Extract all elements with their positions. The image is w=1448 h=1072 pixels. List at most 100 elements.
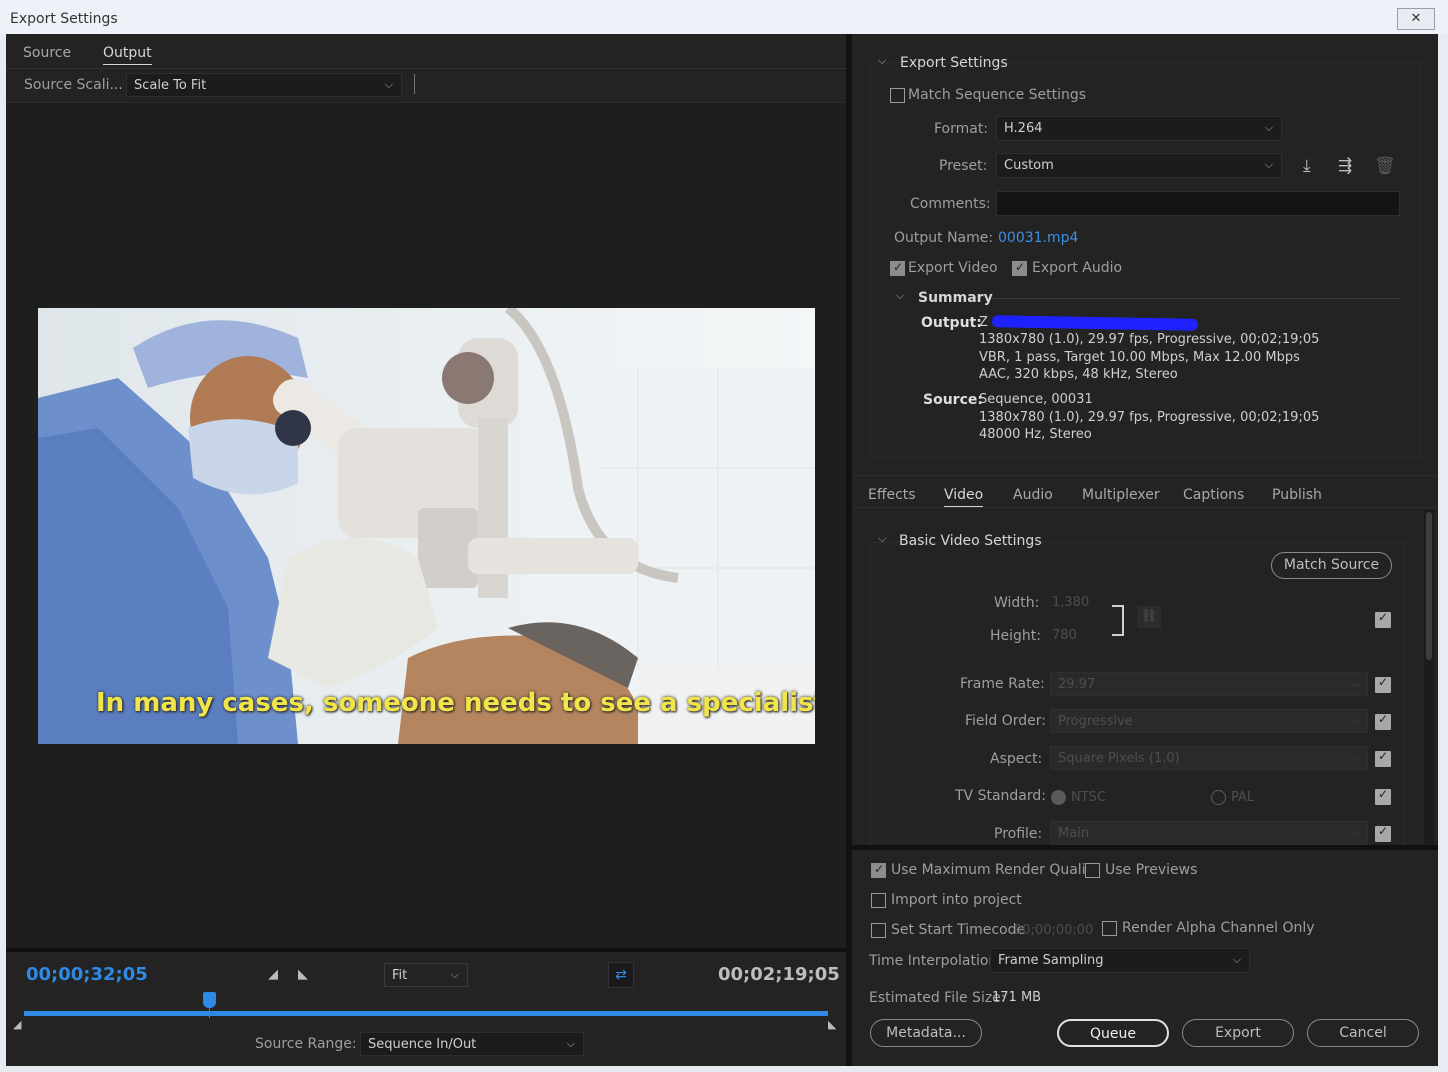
metadata-button[interactable]: Metadata...: [870, 1019, 982, 1047]
frame-rate-value: 29.97: [1058, 677, 1096, 692]
field-order-auto-checkbox[interactable]: [1375, 712, 1391, 730]
tab-video[interactable]: Video: [944, 487, 984, 507]
match-sequence-checkbox[interactable]: [890, 88, 905, 103]
window-title: Export Settings: [10, 11, 118, 27]
export-audio-label: Export Audio: [1032, 260, 1123, 276]
zoom-dropdown[interactable]: Fit ⌵: [384, 963, 468, 987]
match-sequence-label: Match Sequence Settings: [908, 87, 1087, 103]
set-in-point-icon[interactable]: ◢: [268, 967, 278, 982]
render-alpha-checkbox[interactable]: [1102, 921, 1117, 936]
export-video-checkbox[interactable]: [890, 260, 905, 276]
summary-source-line-1: 1380x780 (1.0), 29.97 fps, Progressive, …: [979, 410, 1320, 425]
aspect-dropdown[interactable]: Square Pixels (1.0) ⌵: [1050, 746, 1368, 770]
aspect-auto-checkbox[interactable]: [1375, 749, 1391, 767]
link-dimensions-icon[interactable]: ⛓: [1137, 606, 1161, 628]
preset-label: Preset:: [939, 158, 988, 174]
source-scaling-dropdown[interactable]: Scale To Fit ⌵: [126, 73, 402, 97]
width-label: Width:: [994, 595, 1040, 611]
basic-video-title: Basic Video Settings: [899, 533, 1042, 549]
comments-label: Comments:: [910, 196, 991, 212]
summary-source-line-2: 48000 Hz, Stereo: [979, 427, 1092, 442]
scrollbar-thumb[interactable]: [1426, 512, 1432, 660]
format-dropdown[interactable]: H.264 ⌵: [996, 116, 1282, 141]
height-label: Height:: [990, 628, 1041, 644]
tab-multiplexer[interactable]: Multiplexer: [1082, 487, 1160, 503]
settings-panel: ⌵ Export Settings Match Sequence Setting…: [852, 34, 1438, 1066]
format-label: Format:: [934, 121, 989, 137]
aspect-label: Aspect:: [990, 751, 1043, 767]
summary-title: Summary: [918, 290, 993, 306]
tab-source[interactable]: Source: [23, 45, 71, 61]
summary-source-label: Source:: [923, 392, 983, 408]
in-marker-icon[interactable]: ◢: [13, 1018, 21, 1031]
output-name-link[interactable]: 00031.mp4: [998, 230, 1078, 246]
profile-auto-checkbox[interactable]: [1375, 824, 1391, 842]
set-out-point-icon[interactable]: ◣: [298, 967, 308, 982]
export-settings-title: Export Settings: [900, 55, 1008, 71]
summary-collapse-icon[interactable]: ⌵: [896, 289, 904, 303]
zoom-value: Fit: [392, 968, 408, 983]
export-video-label: Export Video: [908, 260, 998, 276]
video-frame-illustration: [38, 308, 815, 744]
preset-dropdown[interactable]: Custom ⌵: [996, 153, 1282, 178]
import-project-checkbox[interactable]: [871, 893, 886, 908]
pal-radio[interactable]: [1211, 790, 1226, 805]
tab-video-label: Video: [944, 487, 984, 503]
ntsc-radio[interactable]: [1051, 790, 1066, 805]
render-alpha-label: Render Alpha Channel Only: [1122, 920, 1315, 936]
width-value: 1,380: [1052, 595, 1090, 610]
summary-output-line-3: AAC, 320 kbps, 48 kHz, Stereo: [979, 367, 1178, 382]
tv-standard-auto-checkbox[interactable]: [1375, 787, 1391, 805]
preset-value: Custom: [1004, 158, 1054, 173]
chevron-down-icon: ⌵: [1264, 158, 1273, 171]
time-interpolation-dropdown[interactable]: Frame Sampling ⌵: [990, 948, 1250, 973]
export-button[interactable]: Export: [1182, 1019, 1294, 1047]
save-preset-icon[interactable]: ⤓: [1303, 156, 1311, 176]
delete-preset-icon[interactable]: 🗑: [1374, 156, 1396, 176]
match-source-button[interactable]: Match Source: [1271, 552, 1392, 579]
dimensions-auto-checkbox[interactable]: [1375, 610, 1391, 628]
chevron-down-icon: ⌵: [450, 968, 459, 981]
export-audio-checkbox[interactable]: [1012, 260, 1027, 276]
timeline-bar[interactable]: [24, 1011, 828, 1016]
out-marker-icon[interactable]: ◣: [828, 1018, 836, 1031]
import-preset-icon[interactable]: ⇶: [1338, 156, 1352, 176]
queue-button[interactable]: Queue: [1057, 1019, 1169, 1047]
tab-output[interactable]: Output: [103, 45, 152, 65]
height-value: 780: [1052, 628, 1077, 643]
video-collapse-icon[interactable]: ⌵: [878, 532, 886, 546]
toolbar-divider: [414, 74, 415, 94]
frame-rate-auto-checkbox[interactable]: [1375, 675, 1391, 693]
collapse-chevron-icon[interactable]: ⌵: [878, 54, 886, 68]
source-scaling-label: Source Scali...: [24, 77, 123, 93]
chevron-down-icon: ⌵: [1350, 751, 1359, 764]
comments-input[interactable]: [996, 191, 1400, 216]
source-scaling-value: Scale To Fit: [134, 78, 207, 93]
import-project-label: Import into project: [891, 892, 1022, 908]
aspect-toggle-icon[interactable]: ⇄: [608, 962, 634, 988]
max-render-checkbox[interactable]: [871, 862, 886, 878]
chevron-down-icon: ⌵: [1264, 121, 1273, 134]
tab-publish[interactable]: Publish: [1272, 487, 1322, 503]
close-button[interactable]: ✕: [1397, 8, 1435, 30]
frame-rate-dropdown[interactable]: 29.97 ⌵: [1050, 672, 1368, 696]
summary-output-path: Z: [979, 315, 988, 330]
source-range-dropdown[interactable]: Sequence In/Out ⌵: [360, 1032, 584, 1056]
video-preview: In many cases, someone needs to see a sp…: [38, 308, 815, 744]
tab-audio[interactable]: Audio: [1013, 487, 1053, 503]
profile-dropdown[interactable]: Main ⌵: [1050, 821, 1368, 845]
tab-captions[interactable]: Captions: [1183, 487, 1244, 503]
est-size-value: 171 MB: [992, 990, 1042, 1005]
use-previews-checkbox[interactable]: [1085, 863, 1100, 878]
tab-effects[interactable]: Effects: [868, 487, 916, 503]
field-order-label: Field Order:: [965, 713, 1047, 729]
start-timecode-label: Set Start Timecode: [891, 922, 1026, 938]
cancel-button[interactable]: Cancel: [1307, 1019, 1419, 1047]
pal-label: PAL: [1231, 790, 1255, 805]
start-timecode-value[interactable]: 00;00;00;00: [1014, 923, 1093, 938]
current-timecode[interactable]: 00;00;32;05: [26, 964, 148, 985]
start-timecode-checkbox[interactable]: [871, 923, 886, 938]
title-bar: Export Settings ✕: [0, 0, 1448, 34]
field-order-dropdown[interactable]: Progressive ⌵: [1050, 709, 1368, 733]
est-size-label: Estimated File Size:: [869, 990, 1006, 1006]
